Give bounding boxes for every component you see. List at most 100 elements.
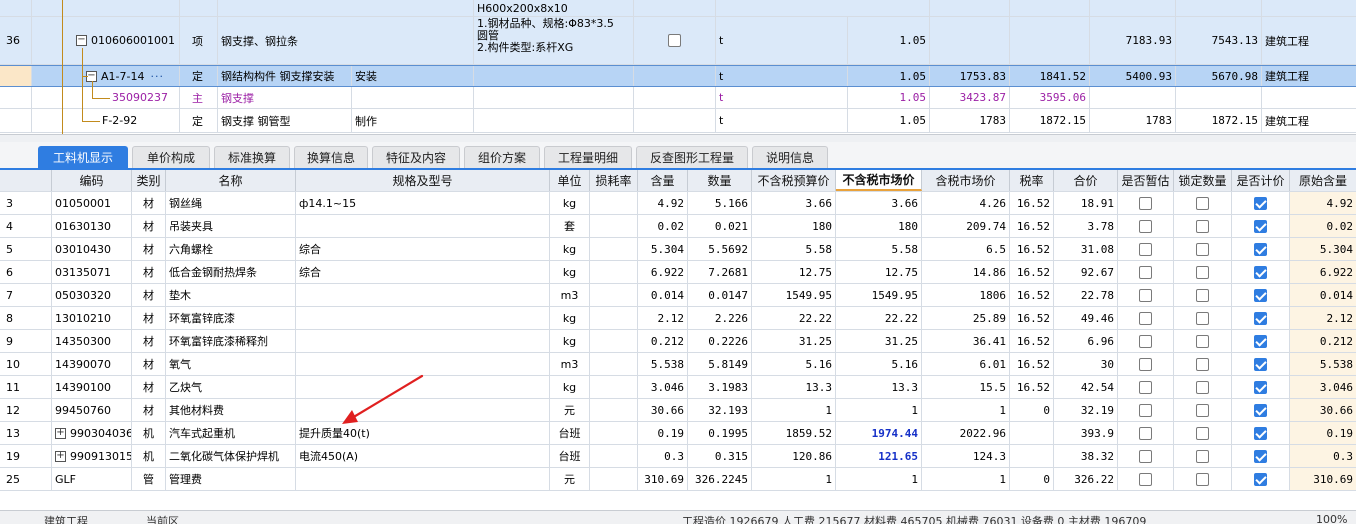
material-category[interactable]: 材 — [132, 399, 166, 421]
lock-qty-checkbox[interactable] — [1196, 196, 1209, 210]
provisional-checkbox[interactable] — [1139, 265, 1152, 279]
tax-rate[interactable]: 16.52 — [1010, 307, 1054, 329]
loss-rate[interactable] — [590, 330, 638, 352]
loss-rate[interactable] — [590, 399, 638, 421]
loss-rate[interactable] — [590, 192, 638, 214]
priced-checkbox[interactable] — [1254, 403, 1267, 417]
tax-market-price[interactable]: 1 — [922, 468, 1010, 490]
material-code[interactable]: GLF — [52, 468, 132, 490]
loss-rate[interactable] — [590, 261, 638, 283]
material-code[interactable]: +990304036 — [52, 422, 132, 444]
material-code[interactable]: 01630130 — [52, 215, 132, 237]
table-row[interactable]: 8 13010210 材环氧富锌底漆 kg 2.12 2.226 22.22 22.22 25.… — [0, 307, 1356, 330]
total-price[interactable]: 42.54 — [1054, 376, 1118, 398]
total-price[interactable]: 18.91 — [1054, 192, 1118, 214]
material-category[interactable]: 管 — [132, 468, 166, 490]
header-market-price[interactable]: 不含税市场价 — [836, 170, 922, 191]
tax-market-price[interactable]: 36.41 — [922, 330, 1010, 352]
material-unit[interactable]: kg — [550, 307, 590, 329]
tax-rate[interactable]: 16.52 — [1010, 330, 1054, 352]
material-name[interactable]: 六角螺栓 — [166, 238, 296, 260]
tab-labor-material-machine[interactable]: 工料机显示 — [38, 146, 128, 168]
content-value[interactable]: 0.3 — [638, 445, 688, 467]
material-name[interactable]: 吊装夹具 — [166, 215, 296, 237]
table-row[interactable]: 4 01630130 材吊装夹具套 0.02 0.021 180 180 209.74 16.5… — [0, 215, 1356, 238]
loss-rate[interactable] — [590, 307, 638, 329]
material-name[interactable]: 管理费 — [166, 468, 296, 490]
header-budget-price[interactable]: 不含税预算价 — [752, 170, 836, 191]
lock-qty-checkbox[interactable] — [1196, 380, 1209, 394]
material-unit[interactable]: kg — [550, 376, 590, 398]
material-category[interactable]: 机 — [132, 422, 166, 444]
priced-checkbox[interactable] — [1254, 242, 1267, 256]
material-name[interactable]: 氧气 — [166, 353, 296, 375]
material-code[interactable]: 14390070 — [52, 353, 132, 375]
provisional-checkbox[interactable] — [1139, 426, 1152, 440]
content-value[interactable]: 310.69 — [638, 468, 688, 490]
material-spec[interactable] — [296, 353, 550, 375]
status-major[interactable]: 建筑工程 — [44, 513, 88, 524]
table-row[interactable]: 25 GLF 管管理费元 310.69 326.2245 1 1 1 0 326.22 310.69 — [0, 468, 1356, 491]
quantity-value[interactable]: 326.2245 — [688, 468, 752, 490]
priced-checkbox[interactable] — [1254, 288, 1267, 302]
content-value[interactable]: 3.046 — [638, 376, 688, 398]
material-category[interactable]: 材 — [132, 261, 166, 283]
market-price[interactable]: 1 — [836, 468, 922, 490]
lock-qty-checkbox[interactable] — [1196, 449, 1209, 463]
provisional-checkbox[interactable] — [1139, 288, 1152, 302]
table-row[interactable]: 10 14390070 材氧气 m3 5.538 5.8149 5.16 5.16 6.01 16… — [0, 353, 1356, 376]
tax-market-price[interactable]: 1806 — [922, 284, 1010, 306]
provisional-checkbox[interactable] — [1139, 449, 1152, 463]
header-name[interactable]: 名称 — [166, 170, 296, 191]
content-value[interactable]: 6.922 — [638, 261, 688, 283]
budget-price[interactable]: 3.66 — [752, 192, 836, 214]
provisional-checkbox[interactable] — [1139, 472, 1152, 486]
material-name[interactable]: 低合金钢耐热焊条 — [166, 261, 296, 283]
material-spec[interactable]: 综合 — [296, 238, 550, 260]
status-area[interactable]: 当前区 — [146, 513, 179, 524]
material-name[interactable]: 汽车式起重机 — [166, 422, 296, 444]
budget-price[interactable]: 1859.52 — [752, 422, 836, 444]
total-price[interactable]: 393.9 — [1054, 422, 1118, 444]
material-name[interactable]: 乙炔气 — [166, 376, 296, 398]
tab-conversion-info[interactable]: 换算信息 — [294, 146, 368, 168]
table-row[interactable]: H600x200x8x10 — [0, 0, 1356, 17]
provisional-checkbox[interactable] — [1139, 242, 1152, 256]
tax-rate[interactable] — [1010, 422, 1054, 444]
collapse-icon[interactable]: − — [76, 35, 87, 46]
budget-price[interactable]: 180 — [752, 215, 836, 237]
material-category[interactable]: 材 — [132, 353, 166, 375]
budget-price[interactable]: 120.86 — [752, 445, 836, 467]
market-price[interactable]: 22.22 — [836, 307, 922, 329]
tab-quantity-detail[interactable]: 工程量明细 — [544, 146, 632, 168]
material-category[interactable]: 材 — [132, 192, 166, 214]
tab-standard-conversion[interactable]: 标准换算 — [214, 146, 290, 168]
zoom-level[interactable]: 100% — [1316, 513, 1347, 524]
material-name[interactable]: 其他材料费 — [166, 399, 296, 421]
priced-checkbox[interactable] — [1254, 472, 1267, 486]
material-category[interactable]: 机 — [132, 445, 166, 467]
tax-rate[interactable]: 16.52 — [1010, 192, 1054, 214]
total-price[interactable]: 38.32 — [1054, 445, 1118, 467]
material-code[interactable]: 03135071 — [52, 261, 132, 283]
loss-rate[interactable] — [590, 215, 638, 237]
tax-rate[interactable]: 16.52 — [1010, 238, 1054, 260]
loss-rate[interactable] — [590, 353, 638, 375]
market-price[interactable]: 5.16 — [836, 353, 922, 375]
priced-checkbox[interactable] — [1254, 380, 1267, 394]
material-spec[interactable] — [296, 468, 550, 490]
market-price[interactable]: 1549.95 — [836, 284, 922, 306]
provisional-checkbox[interactable] — [1139, 403, 1152, 417]
quantity-value[interactable]: 7.2681 — [688, 261, 752, 283]
table-row[interactable]: 19 +990913015 机二氧化碳气体保护焊机 电流450(A) 台班 0.3 0.31… — [0, 445, 1356, 468]
material-unit[interactable]: 台班 — [550, 445, 590, 467]
tax-rate[interactable]: 16.52 — [1010, 215, 1054, 237]
tax-market-price[interactable]: 14.86 — [922, 261, 1010, 283]
budget-price[interactable]: 13.3 — [752, 376, 836, 398]
priced-checkbox[interactable] — [1254, 334, 1267, 348]
tax-market-price[interactable]: 1 — [922, 399, 1010, 421]
material-unit[interactable]: kg — [550, 192, 590, 214]
budget-price[interactable]: 1549.95 — [752, 284, 836, 306]
provisional-checkbox[interactable] — [1139, 357, 1152, 371]
expand-icon[interactable]: + — [55, 450, 66, 462]
